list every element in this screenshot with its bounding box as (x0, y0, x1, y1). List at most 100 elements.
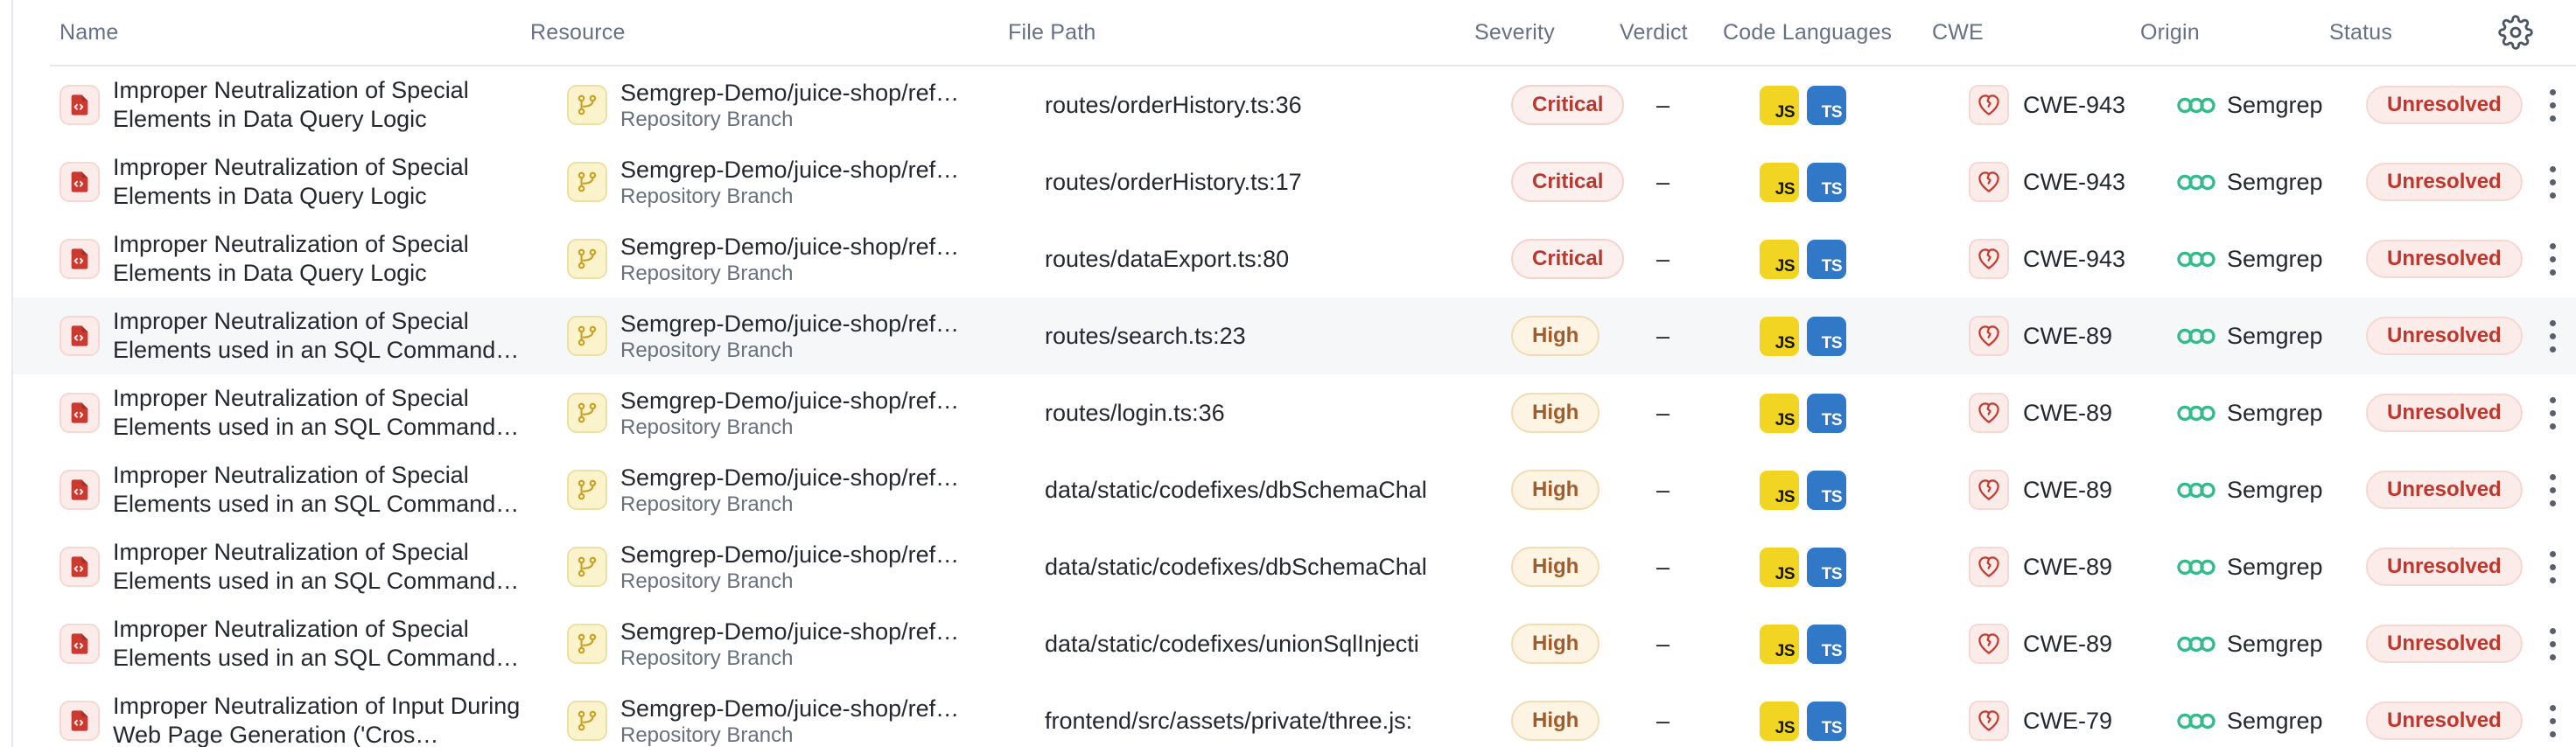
semgrep-rings-icon (2177, 171, 2216, 194)
git-branch-icon (567, 85, 607, 125)
table-row[interactable]: Improper Neutralization of Special Eleme… (13, 66, 2576, 143)
row-actions-menu-button[interactable] (2544, 84, 2561, 127)
broken-heart-icon (1969, 85, 2009, 125)
status-cell: Unresolved (2366, 394, 2529, 432)
verdict-value: – (1656, 708, 1760, 735)
file-path: data/static/codefixes/dbSchemaChal (1045, 554, 1495, 581)
kebab-menu-icon (2550, 628, 2556, 634)
typescript-icon: TS (1807, 625, 1846, 664)
resource-type: Repository Branch (620, 338, 959, 363)
name-cell: Improper Neutralization of Special Eleme… (60, 615, 567, 673)
row-actions-menu-button[interactable] (2544, 546, 2561, 589)
file-path: routes/orderHistory.ts:17 (1045, 169, 1495, 196)
resource-cell: Semgrep-Demo/juice-shop/ref… Repository … (567, 387, 1045, 440)
findings-table: Name Resource File Path Severity Verdict… (13, 0, 2576, 747)
gear-icon (2498, 15, 2533, 50)
cwe-cell: CWE-89 (1969, 470, 2177, 510)
resource-name: Semgrep-Demo/juice-shop/ref… (620, 156, 959, 184)
table-settings-button[interactable] (2496, 13, 2535, 52)
status-badge: Unresolved (2366, 240, 2523, 278)
file-code-icon (60, 701, 100, 741)
origin-label: Semgrep (2227, 708, 2323, 735)
code-languages-cell: JS TS (1760, 86, 1969, 125)
verdict-value: – (1656, 400, 1760, 427)
row-actions-menu-button[interactable] (2544, 392, 2561, 435)
status-badge: Unresolved (2366, 625, 2523, 663)
name-cell: Improper Neutralization of Special Eleme… (60, 538, 567, 596)
file-path: routes/login.ts:36 (1045, 400, 1495, 427)
resource-type: Repository Branch (620, 415, 959, 440)
semgrep-rings-icon (2177, 94, 2216, 117)
row-actions-menu-button[interactable] (2544, 161, 2561, 204)
row-actions-menu-button[interactable] (2544, 315, 2561, 358)
row-actions-menu-button[interactable] (2544, 469, 2561, 512)
severity-badge: Critical (1511, 162, 1624, 202)
name-cell: Improper Neutralization of Special Eleme… (60, 307, 567, 365)
javascript-icon: JS (1760, 625, 1799, 664)
resource-name: Semgrep-Demo/juice-shop/ref… (620, 618, 959, 646)
cwe-id: CWE-89 (2023, 323, 2112, 350)
semgrep-rings-icon (2177, 632, 2216, 656)
typescript-icon: TS (1807, 86, 1846, 125)
kebab-menu-icon (2550, 397, 2556, 403)
status-cell: Unresolved (2366, 240, 2529, 278)
table-row[interactable]: Improper Neutralization of Special Eleme… (13, 528, 2576, 605)
severity-badge: High (1511, 701, 1600, 741)
resource-name: Semgrep-Demo/juice-shop/ref… (620, 541, 959, 569)
broken-heart-icon (1969, 470, 2009, 510)
verdict-value: – (1656, 92, 1760, 119)
finding-name: Improper Neutralization of Special Eleme… (113, 461, 535, 519)
semgrep-rings-icon (2177, 401, 2216, 425)
file-code-icon (60, 470, 100, 510)
table-row[interactable]: Improper Neutralization of Input During … (13, 682, 2576, 747)
table-row[interactable]: Improper Neutralization of Special Eleme… (13, 374, 2576, 451)
broken-heart-icon (1969, 239, 2009, 279)
table-body: Improper Neutralization of Special Eleme… (13, 66, 2576, 747)
javascript-icon: JS (1760, 317, 1799, 356)
findings-page: Name Resource File Path Severity Verdict… (0, 0, 2576, 747)
kebab-menu-icon (2550, 705, 2556, 711)
name-cell: Improper Neutralization of Special Eleme… (60, 384, 567, 442)
severity-cell: High (1511, 624, 1656, 664)
origin-label: Semgrep (2227, 92, 2323, 119)
semgrep-rings-icon (2177, 325, 2216, 348)
file-code-icon (60, 393, 100, 433)
resource-type: Repository Branch (620, 184, 959, 209)
resource-name: Semgrep-Demo/juice-shop/ref… (620, 310, 959, 338)
table-row[interactable]: Improper Neutralization of Special Eleme… (13, 143, 2576, 220)
table-row[interactable]: Improper Neutralization of Special Eleme… (13, 451, 2576, 528)
resource-name: Semgrep-Demo/juice-shop/ref… (620, 79, 959, 107)
javascript-icon: JS (1760, 394, 1799, 433)
cwe-cell: CWE-943 (1969, 239, 2177, 279)
git-branch-icon (567, 624, 607, 664)
code-languages-cell: JS TS (1760, 317, 1969, 356)
row-actions-menu-button[interactable] (2544, 700, 2561, 743)
resource-name: Semgrep-Demo/juice-shop/ref… (620, 387, 959, 415)
status-cell: Unresolved (2366, 163, 2529, 201)
column-header-origin: Origin (2140, 20, 2329, 45)
origin-cell: Semgrep (2177, 477, 2366, 504)
table-row[interactable]: Improper Neutralization of Special Eleme… (13, 605, 2576, 682)
verdict-value: – (1656, 169, 1760, 196)
cwe-cell: CWE-943 (1969, 162, 2177, 202)
severity-badge: Critical (1511, 85, 1624, 125)
severity-badge: High (1511, 624, 1600, 664)
table-row[interactable]: Improper Neutralization of Special Eleme… (13, 220, 2576, 297)
column-header-severity: Severity (1474, 20, 1620, 45)
cwe-cell: CWE-89 (1969, 624, 2177, 664)
row-actions-menu-button[interactable] (2544, 238, 2561, 281)
resource-cell: Semgrep-Demo/juice-shop/ref… Repository … (567, 695, 1045, 747)
kebab-menu-icon (2550, 89, 2556, 95)
file-path: data/static/codefixes/unionSqlInjecti (1045, 631, 1495, 658)
severity-badge: High (1511, 470, 1600, 510)
origin-cell: Semgrep (2177, 246, 2366, 273)
typescript-icon: TS (1807, 394, 1846, 433)
row-actions-menu-button[interactable] (2544, 623, 2561, 666)
name-cell: Improper Neutralization of Special Eleme… (60, 153, 567, 211)
resource-type: Repository Branch (620, 723, 959, 747)
table-row[interactable]: Improper Neutralization of Special Eleme… (13, 297, 2576, 374)
column-header-file-path: File Path (1008, 20, 1474, 45)
file-code-icon (60, 547, 100, 587)
verdict-value: – (1656, 246, 1760, 273)
code-languages-cell: JS TS (1760, 702, 1969, 741)
